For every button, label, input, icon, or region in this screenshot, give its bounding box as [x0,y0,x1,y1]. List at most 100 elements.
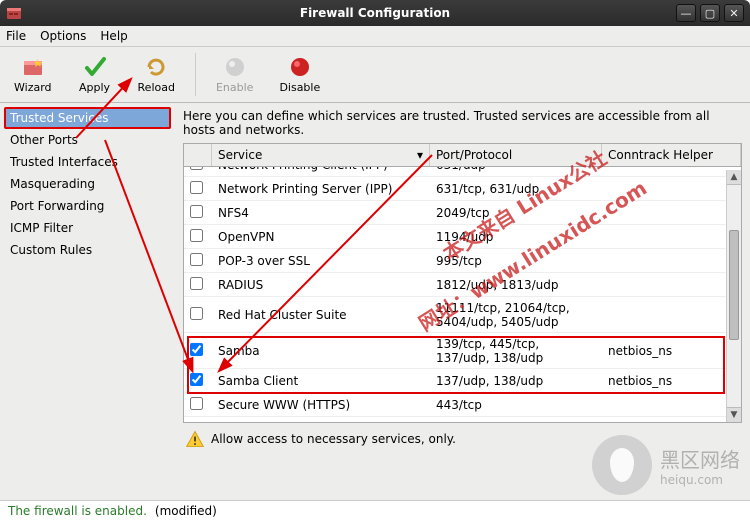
titlebar: Firewall Configuration — ▢ ✕ [0,0,750,26]
table-row[interactable]: Samba139/tcp, 445/tcp, 137/udp, 138/udpn… [184,333,741,369]
apply-icon [83,55,107,79]
service-port: 11111/tcp, 21064/tcp, 5404/udp, 5405/udp [430,298,602,332]
service-helper [602,186,741,192]
col-helper[interactable]: Conntrack Helper [602,144,741,166]
footer-note: Allow access to necessary services, only… [183,423,742,455]
footer-text: Allow access to necessary services, only… [211,432,456,446]
table-row[interactable]: Samba Client137/udp, 138/udpnetbios_ns [184,369,741,393]
service-helper [602,234,741,240]
sidebar-item-trusted-interfaces[interactable]: Trusted Interfaces [4,151,171,173]
service-helper [602,312,741,318]
service-checkbox[interactable] [190,277,203,290]
disable-icon [288,55,312,79]
status-enabled: The firewall is enabled. [8,504,147,518]
service-port: 443/tcp [430,395,602,415]
service-helper [602,167,741,168]
service-checkbox[interactable] [190,307,203,320]
content-pane: Here you can define which services are t… [175,103,750,500]
enable-icon [223,55,247,79]
col-port[interactable]: Port/Protocol [430,144,602,166]
reload-icon [144,55,168,79]
col-service[interactable]: Service▾ [212,144,430,166]
disable-label: Disable [279,81,320,94]
menu-help[interactable]: Help [100,29,127,43]
service-name: Secure WWW (HTTPS) [212,395,430,415]
service-port: 631/udp [430,167,602,175]
service-checkbox[interactable] [190,343,203,356]
maximize-button[interactable]: ▢ [700,4,720,22]
table-row[interactable]: Red Hat Cluster Suite11111/tcp, 21064/tc… [184,297,741,333]
sort-icon: ▾ [417,148,423,162]
list-header: Service▾ Port/Protocol Conntrack Helper [184,144,741,167]
list-rows: Network Printing Client (IPP)631/udpNetw… [184,167,741,419]
scroll-up-button[interactable]: ▲ [727,170,741,185]
service-helper: netbios_ns [602,371,741,391]
apply-button[interactable]: Apply [70,51,120,98]
sidebar-item-masquerading[interactable]: Masquerading [4,173,171,195]
table-row[interactable]: RADIUS1812/udp, 1813/udp [184,273,741,297]
service-checkbox[interactable] [190,167,203,170]
sidebar: Trusted ServicesOther PortsTrusted Inter… [0,103,175,500]
service-checkbox[interactable] [190,253,203,266]
menu-file[interactable]: File [6,29,26,43]
sidebar-item-trusted-services[interactable]: Trusted Services [4,107,171,129]
service-port: 2049/tcp [430,203,602,223]
main-area: Trusted ServicesOther PortsTrusted Inter… [0,103,750,500]
sidebar-item-port-forwarding[interactable]: Port Forwarding [4,195,171,217]
window-title: Firewall Configuration [0,6,750,20]
pane-description: Here you can define which services are t… [183,109,742,137]
service-checkbox[interactable] [190,229,203,242]
services-list: Service▾ Port/Protocol Conntrack Helper … [183,143,742,423]
service-name: NFS4 [212,203,430,223]
service-name: OpenVPN [212,227,430,247]
table-row[interactable]: Network Printing Client (IPP)631/udp [184,167,741,177]
apply-label: Apply [79,81,110,94]
service-name: SSH [212,419,430,420]
enable-button[interactable]: Enable [208,51,261,98]
service-checkbox[interactable] [190,397,203,410]
service-name: RADIUS [212,275,430,295]
sidebar-item-icmp-filter[interactable]: ICMP Filter [4,217,171,239]
disable-button[interactable]: Disable [271,51,328,98]
service-port: 137/udp, 138/udp [430,371,602,391]
table-row[interactable]: Network Printing Server (IPP)631/tcp, 63… [184,177,741,201]
sidebar-item-other-ports[interactable]: Other Ports [4,129,171,151]
toolbar: Wizard Apply Reload Enable Disable [0,47,750,103]
table-row[interactable]: Secure WWW (HTTPS)443/tcp [184,393,741,417]
col-check[interactable] [184,144,212,166]
minimize-button[interactable]: — [676,4,696,22]
service-checkbox[interactable] [190,373,203,386]
table-row[interactable]: SSH22/tcp [184,417,741,419]
sidebar-item-custom-rules[interactable]: Custom Rules [4,239,171,261]
service-name: Network Printing Server (IPP) [212,179,430,199]
service-name: Network Printing Client (IPP) [212,167,430,175]
service-port: 1812/udp, 1813/udp [430,275,602,295]
service-port: 22/tcp [430,419,602,420]
wizard-button[interactable]: Wizard [6,51,60,98]
service-helper [602,402,741,408]
service-name: POP-3 over SSL [212,251,430,271]
menu-options[interactable]: Options [40,29,86,43]
close-button[interactable]: ✕ [724,4,744,22]
service-helper: netbios_ns [602,341,741,361]
service-port: 995/tcp [430,251,602,271]
toolbar-separator [195,53,196,96]
scroll-thumb[interactable] [729,230,739,340]
statusbar: The firewall is enabled. (modified) [0,500,750,521]
service-helper [602,282,741,288]
service-port: 631/tcp, 631/udp [430,179,602,199]
table-row[interactable]: OpenVPN1194/udp [184,225,741,249]
reload-button[interactable]: Reload [130,51,183,98]
scrollbar[interactable]: ▲ ▼ [726,170,741,422]
service-checkbox[interactable] [190,181,203,194]
service-name: Samba Client [212,371,430,391]
service-helper [602,210,741,216]
service-port: 1194/udp [430,227,602,247]
table-row[interactable]: POP-3 over SSL995/tcp [184,249,741,273]
scroll-down-button[interactable]: ▼ [727,407,741,422]
menubar: File Options Help [0,26,750,47]
table-row[interactable]: NFS42049/tcp [184,201,741,225]
status-modified: (modified) [155,504,217,518]
service-checkbox[interactable] [190,205,203,218]
wizard-icon [21,55,45,79]
